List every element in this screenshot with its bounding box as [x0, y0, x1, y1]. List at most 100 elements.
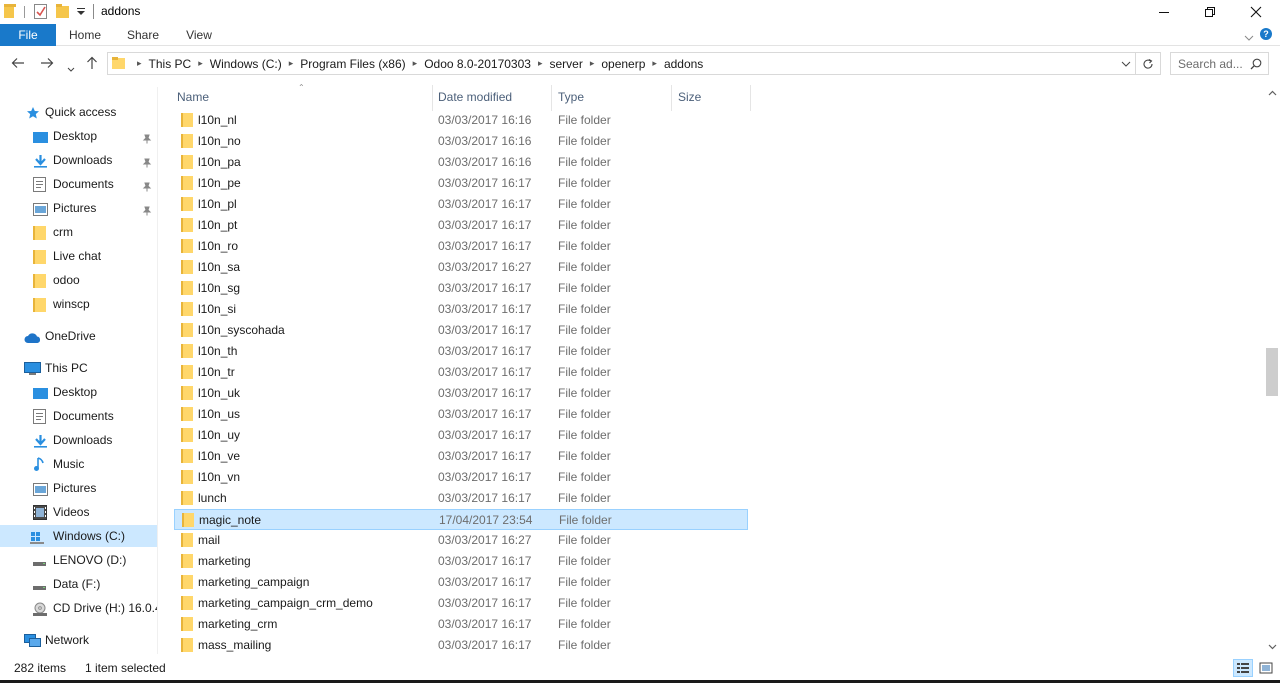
nav-pc-desktop[interactable]: Desktop [0, 381, 157, 403]
file-row[interactable]: l10n_us 03/03/2017 16:17 File folder [174, 404, 748, 425]
details-view-button[interactable] [1233, 659, 1253, 677]
tab-home[interactable]: Home [56, 24, 114, 46]
file-row[interactable]: l10n_pt 03/03/2017 16:17 File folder [174, 215, 748, 236]
nav-pc-pictures[interactable]: Pictures [0, 477, 157, 499]
file-row[interactable]: l10n_si 03/03/2017 16:17 File folder [174, 299, 748, 320]
file-row[interactable]: l10n_syscohada 03/03/2017 16:17 File folde… [174, 320, 748, 341]
search-icon[interactable] [1250, 58, 1262, 73]
chevron-right-icon[interactable]: ▸ [535, 58, 546, 69]
nav-quick-downloads[interactable]: Downloads [0, 149, 157, 171]
nav-pc-videos[interactable]: Videos [0, 501, 157, 523]
file-row[interactable]: mass_mailing 03/03/2017 16:17 File folder [174, 635, 748, 654]
file-row[interactable]: l10n_sg 03/03/2017 16:17 File folder [174, 278, 748, 299]
file-row[interactable]: marketing_campaign 03/03/2017 16:17 File f… [174, 572, 748, 593]
pin-icon[interactable] [142, 177, 152, 199]
chevron-right-icon[interactable]: ▸ [410, 58, 421, 69]
crumb-windows-c[interactable]: Windows (C:) [206, 57, 286, 71]
column-divider[interactable] [750, 85, 751, 111]
file-row[interactable]: l10n_sa 03/03/2017 16:27 File folder [174, 257, 748, 278]
file-row[interactable]: l10n_uy 03/03/2017 16:17 File folder [174, 425, 748, 446]
pin-icon[interactable] [142, 129, 152, 151]
file-row[interactable]: l10n_nl 03/03/2017 16:16 File folder [174, 110, 748, 131]
crumb-openerp[interactable]: openerp [597, 57, 649, 71]
crumb-program-files[interactable]: Program Files (x86) [296, 57, 409, 71]
file-row[interactable]: magic_note 17/04/2017 23:54 File folder [174, 509, 748, 530]
vertical-scrollbar[interactable] [1264, 86, 1280, 654]
customize-toolbar-icon[interactable] [76, 6, 86, 20]
file-row[interactable]: l10n_ve 03/03/2017 16:17 File folder [174, 446, 748, 467]
tab-view[interactable]: View [172, 24, 226, 46]
nav-quick-live-chat[interactable]: Live chat [0, 245, 157, 267]
file-row[interactable]: l10n_ro 03/03/2017 16:17 File folder [174, 236, 748, 257]
file-row[interactable]: mail 03/03/2017 16:27 File folder [174, 530, 748, 551]
file-row[interactable]: marketing_campaign_crm_demo 03/03/2017 16… [174, 593, 748, 614]
crumb-odoo[interactable]: Odoo 8.0-20170303 [420, 57, 535, 71]
file-row[interactable]: l10n_uk 03/03/2017 16:17 File folder [174, 383, 748, 404]
nav-quick-documents[interactable]: Documents [0, 173, 157, 195]
nav-onedrive[interactable]: OneDrive [0, 325, 157, 347]
column-size[interactable]: Size [672, 83, 750, 111]
crumb-this-pc[interactable]: This PC [145, 57, 196, 71]
chevron-right-icon[interactable]: ▸ [649, 58, 660, 69]
scroll-up-icon[interactable] [1268, 88, 1277, 98]
nav-network[interactable]: Network [0, 629, 157, 651]
nav-pc-downloads[interactable]: Downloads [0, 429, 157, 451]
nav-quick-pictures[interactable]: Pictures [0, 197, 157, 219]
file-row[interactable]: l10n_vn 03/03/2017 16:17 File folder [174, 467, 748, 488]
nav-pc-music[interactable]: Music [0, 453, 157, 475]
forward-button[interactable] [40, 56, 54, 72]
scroll-down-icon[interactable] [1268, 642, 1277, 652]
minimize-button[interactable] [1141, 0, 1187, 24]
chevron-right-icon[interactable]: ▸ [286, 58, 297, 69]
file-row[interactable]: l10n_no 03/03/2017 16:16 File folder [174, 131, 748, 152]
pin-icon[interactable] [142, 201, 152, 223]
scrollbar-thumb[interactable] [1266, 348, 1278, 396]
new-folder-icon[interactable] [56, 4, 70, 21]
file-row[interactable]: l10n_pa 03/03/2017 16:16 File folder [174, 152, 748, 173]
nav-quick-crm[interactable]: crm [0, 221, 157, 243]
nav-quick-odoo[interactable]: odoo [0, 269, 157, 291]
file-type: File folder [558, 239, 611, 253]
chevron-down-icon[interactable] [1244, 30, 1254, 44]
file-type: File folder [558, 575, 611, 589]
properties-icon[interactable] [34, 4, 48, 22]
crumb-addons[interactable]: addons [660, 57, 707, 71]
nav-quick-winscp[interactable]: winscp [0, 293, 157, 315]
tab-share[interactable]: Share [114, 24, 172, 46]
file-row[interactable]: marketing 03/03/2017 16:17 File folder [174, 551, 748, 572]
close-button[interactable] [1233, 0, 1279, 24]
file-row[interactable]: marketing_crm 03/03/2017 16:17 File folder [174, 614, 748, 635]
search-input[interactable]: Search ad... [1170, 52, 1269, 75]
nav-pc-lenovo-d[interactable]: LENOVO (D:) [0, 549, 157, 571]
file-row[interactable]: l10n_pe 03/03/2017 16:17 File folder [174, 173, 748, 194]
nav-pc-data-f[interactable]: Data (F:) [0, 573, 157, 595]
chevron-right-icon[interactable]: ▸ [134, 58, 145, 69]
nav-quick-desktop[interactable]: Desktop [0, 125, 157, 147]
address-bar[interactable]: ▸ This PC ▸ Windows (C:) ▸ Program Files… [107, 52, 1161, 75]
nav-quick-access[interactable]: Quick access [0, 101, 157, 123]
column-date-modified[interactable]: Date modified [432, 83, 551, 111]
chevron-right-icon[interactable]: ▸ [587, 58, 598, 69]
address-history-button[interactable] [1118, 53, 1134, 74]
file-row[interactable]: l10n_pl 03/03/2017 16:17 File folder [174, 194, 748, 215]
file-row[interactable]: l10n_th 03/03/2017 16:17 File folder [174, 341, 748, 362]
nav-pc-windows-c[interactable]: Windows (C:) [0, 525, 157, 547]
crumb-server[interactable]: server [545, 57, 586, 71]
chevron-right-icon[interactable]: ▸ [195, 58, 206, 69]
back-button[interactable] [11, 56, 25, 72]
refresh-button[interactable] [1135, 53, 1160, 74]
large-icons-view-button[interactable] [1256, 659, 1276, 677]
nav-pc-cd-drive-h[interactable]: CD Drive (H:) 16.0.4 [0, 597, 157, 619]
file-row[interactable]: lunch 03/03/2017 16:17 File folder [174, 488, 748, 509]
nav-this-pc[interactable]: This PC [0, 357, 157, 379]
nav-pc-documents[interactable]: Documents [0, 405, 157, 427]
file-tab[interactable]: File [0, 24, 56, 46]
help-icon[interactable]: ? [1260, 28, 1272, 40]
up-button[interactable] [86, 56, 98, 73]
recent-locations-button[interactable] [67, 60, 75, 76]
videos-icon [33, 505, 48, 520]
pin-icon[interactable] [142, 153, 152, 175]
restore-button[interactable] [1187, 0, 1233, 24]
column-type[interactable]: Type [552, 83, 671, 111]
file-row[interactable]: l10n_tr 03/03/2017 16:17 File folder [174, 362, 748, 383]
